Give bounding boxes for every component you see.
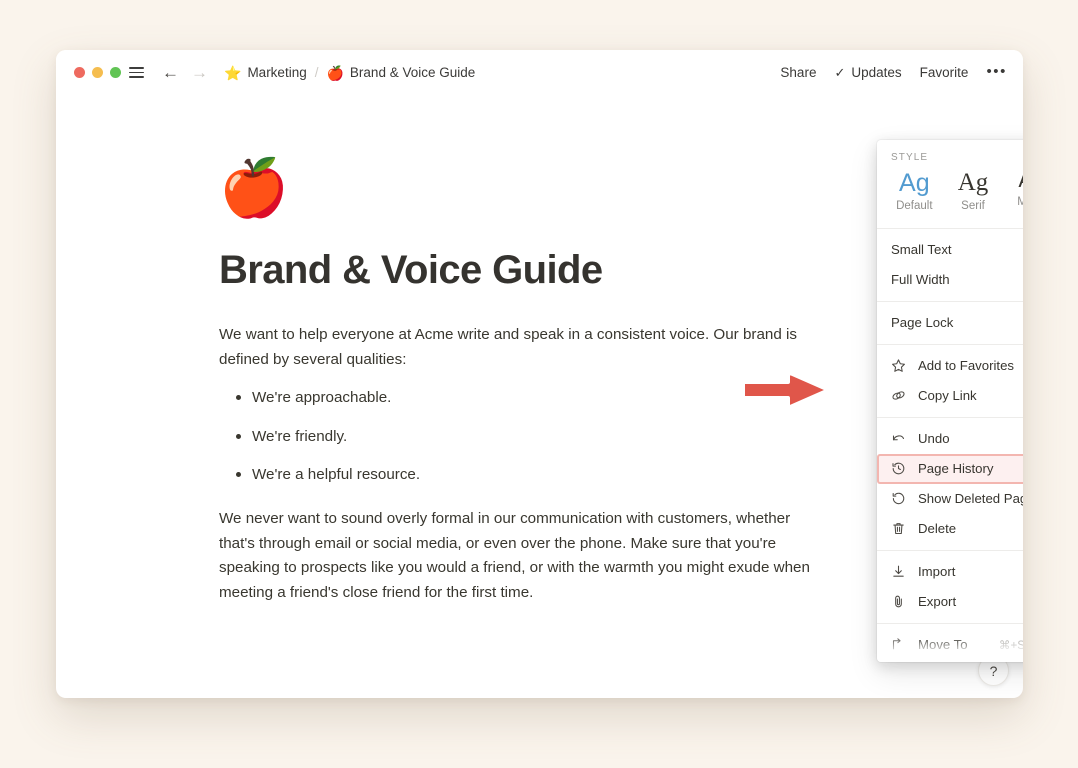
- qualities-list: We're approachable. We're friendly. We'r…: [219, 386, 826, 487]
- navigation-arrows: ← →: [162, 64, 208, 81]
- menu-section-transfer: Import Export ▶: [877, 551, 1023, 623]
- style-option-mono[interactable]: Ag Mono: [1002, 169, 1023, 212]
- page-history-label: Page History: [918, 461, 994, 477]
- intro-paragraph: We want to help everyone at Acme write a…: [219, 326, 797, 368]
- menu-item-export[interactable]: Export ▶: [877, 587, 1023, 617]
- style-label-mono: Mono: [1017, 196, 1023, 209]
- clock-history-icon: [891, 461, 908, 476]
- page-lock-label: Page Lock: [891, 315, 954, 331]
- copy-link-label: Copy Link: [918, 388, 977, 404]
- menu-item-copy-link[interactable]: Copy Link: [877, 381, 1023, 411]
- add-to-favorites-label: Add to Favorites: [918, 358, 1015, 374]
- menu-section-move: Move To ⌘+Shift+P: [877, 624, 1023, 662]
- style-section-header: STYLE: [891, 152, 929, 163]
- menu-section-text-toggles: Small Text Full Width: [877, 229, 1023, 301]
- hamburger-icon[interactable]: [129, 67, 144, 78]
- export-label: Export: [918, 594, 957, 610]
- body-paragraph: We never want to sound overly formal in …: [219, 510, 810, 602]
- forward-arrow-icon[interactable]: →: [191, 64, 208, 81]
- share-button[interactable]: Share: [780, 65, 816, 80]
- style-option-default[interactable]: Ag Default: [885, 169, 944, 212]
- menu-item-page-lock[interactable]: Page Lock: [877, 308, 1023, 338]
- style-options: Ag Default Ag Serif Ag Mono: [877, 165, 1023, 222]
- breadcrumb-parent-label: Marketing: [247, 65, 307, 80]
- restore-icon: [891, 491, 908, 506]
- move-arrow-icon: [891, 637, 908, 652]
- style-sample-serif: Ag: [957, 169, 989, 196]
- style-sample-default: Ag: [899, 169, 930, 197]
- import-label: Import: [918, 564, 956, 580]
- breadcrumb-current-label: Brand & Voice Guide: [349, 65, 476, 80]
- show-deleted-pages-label: Show Deleted Pages: [918, 491, 1023, 507]
- window-controls: [74, 67, 121, 78]
- close-window-button[interactable]: [74, 67, 85, 78]
- paperclip-icon: [891, 594, 908, 609]
- menu-item-add-to-favorites[interactable]: Add to Favorites: [877, 351, 1023, 381]
- list-item: We're friendly.: [219, 425, 826, 449]
- link-icon: [891, 388, 908, 403]
- minimize-window-button[interactable]: [92, 67, 103, 78]
- breadcrumb: ⭐ Marketing / 🍎 Brand & Voice Guide: [224, 65, 475, 80]
- list-item: We're a helpful resource.: [219, 463, 826, 487]
- list-item: We're approachable.: [219, 386, 826, 410]
- menu-section-history: Undo ⌘+Z Page History: [877, 418, 1023, 550]
- favorite-button[interactable]: Favorite: [920, 65, 969, 80]
- updates-label: Updates: [851, 65, 902, 80]
- download-icon: [891, 564, 908, 579]
- apple-emoji-icon: 🍎: [326, 64, 344, 81]
- move-to-label: Move To: [918, 637, 968, 653]
- delete-label: Delete: [918, 521, 957, 537]
- menu-section-style: STYLE Ag Default Ag Serif Ag Mono: [877, 140, 1023, 228]
- maximize-window-button[interactable]: [110, 67, 121, 78]
- trash-icon: [891, 521, 908, 536]
- page-options-menu: STYLE Ag Default Ag Serif Ag Mono S: [877, 140, 1023, 662]
- breadcrumb-separator: /: [314, 65, 319, 80]
- menu-item-page-history[interactable]: Page History: [877, 453, 1023, 484]
- menu-item-small-text[interactable]: Small Text: [877, 235, 1023, 265]
- menu-item-move-to[interactable]: Move To ⌘+Shift+P: [877, 630, 1023, 660]
- small-text-label: Small Text: [891, 242, 952, 258]
- check-icon: ✓: [834, 64, 846, 80]
- full-width-label: Full Width: [891, 272, 950, 288]
- undo-label: Undo: [918, 431, 950, 447]
- star-icon: [891, 358, 908, 373]
- menu-item-undo[interactable]: Undo ⌘+Z: [877, 424, 1023, 454]
- breadcrumb-item-marketing[interactable]: ⭐ Marketing: [224, 65, 307, 80]
- undo-icon: [891, 431, 908, 446]
- app-window: ← → ⭐ Marketing / 🍎 Brand & Voice Guide …: [56, 50, 1023, 698]
- back-arrow-icon[interactable]: ←: [162, 64, 179, 81]
- style-label-serif: Serif: [961, 199, 985, 212]
- move-to-shortcut: ⌘+Shift+P: [998, 638, 1023, 652]
- titlebar: ← → ⭐ Marketing / 🍎 Brand & Voice Guide …: [56, 50, 1023, 95]
- style-sample-mono: Ag: [1002, 169, 1023, 194]
- menu-item-show-deleted-pages[interactable]: Show Deleted Pages: [877, 484, 1023, 514]
- titlebar-actions: Share ✓ Updates Favorite •••: [780, 64, 1007, 82]
- menu-item-full-width[interactable]: Full Width: [877, 265, 1023, 295]
- menu-item-import[interactable]: Import: [877, 557, 1023, 587]
- breadcrumb-item-current[interactable]: 🍎 Brand & Voice Guide: [326, 65, 475, 80]
- menu-section-page-lock: Page Lock: [877, 302, 1023, 344]
- menu-section-favorites: Add to Favorites Copy Link: [877, 345, 1023, 417]
- style-label-default: Default: [896, 199, 933, 212]
- updates-button[interactable]: ✓ Updates: [834, 65, 901, 81]
- more-options-icon[interactable]: •••: [986, 64, 1007, 82]
- style-option-serif[interactable]: Ag Serif: [944, 169, 1003, 212]
- star-emoji-icon: ⭐: [224, 64, 242, 81]
- menu-item-delete[interactable]: Delete: [877, 514, 1023, 544]
